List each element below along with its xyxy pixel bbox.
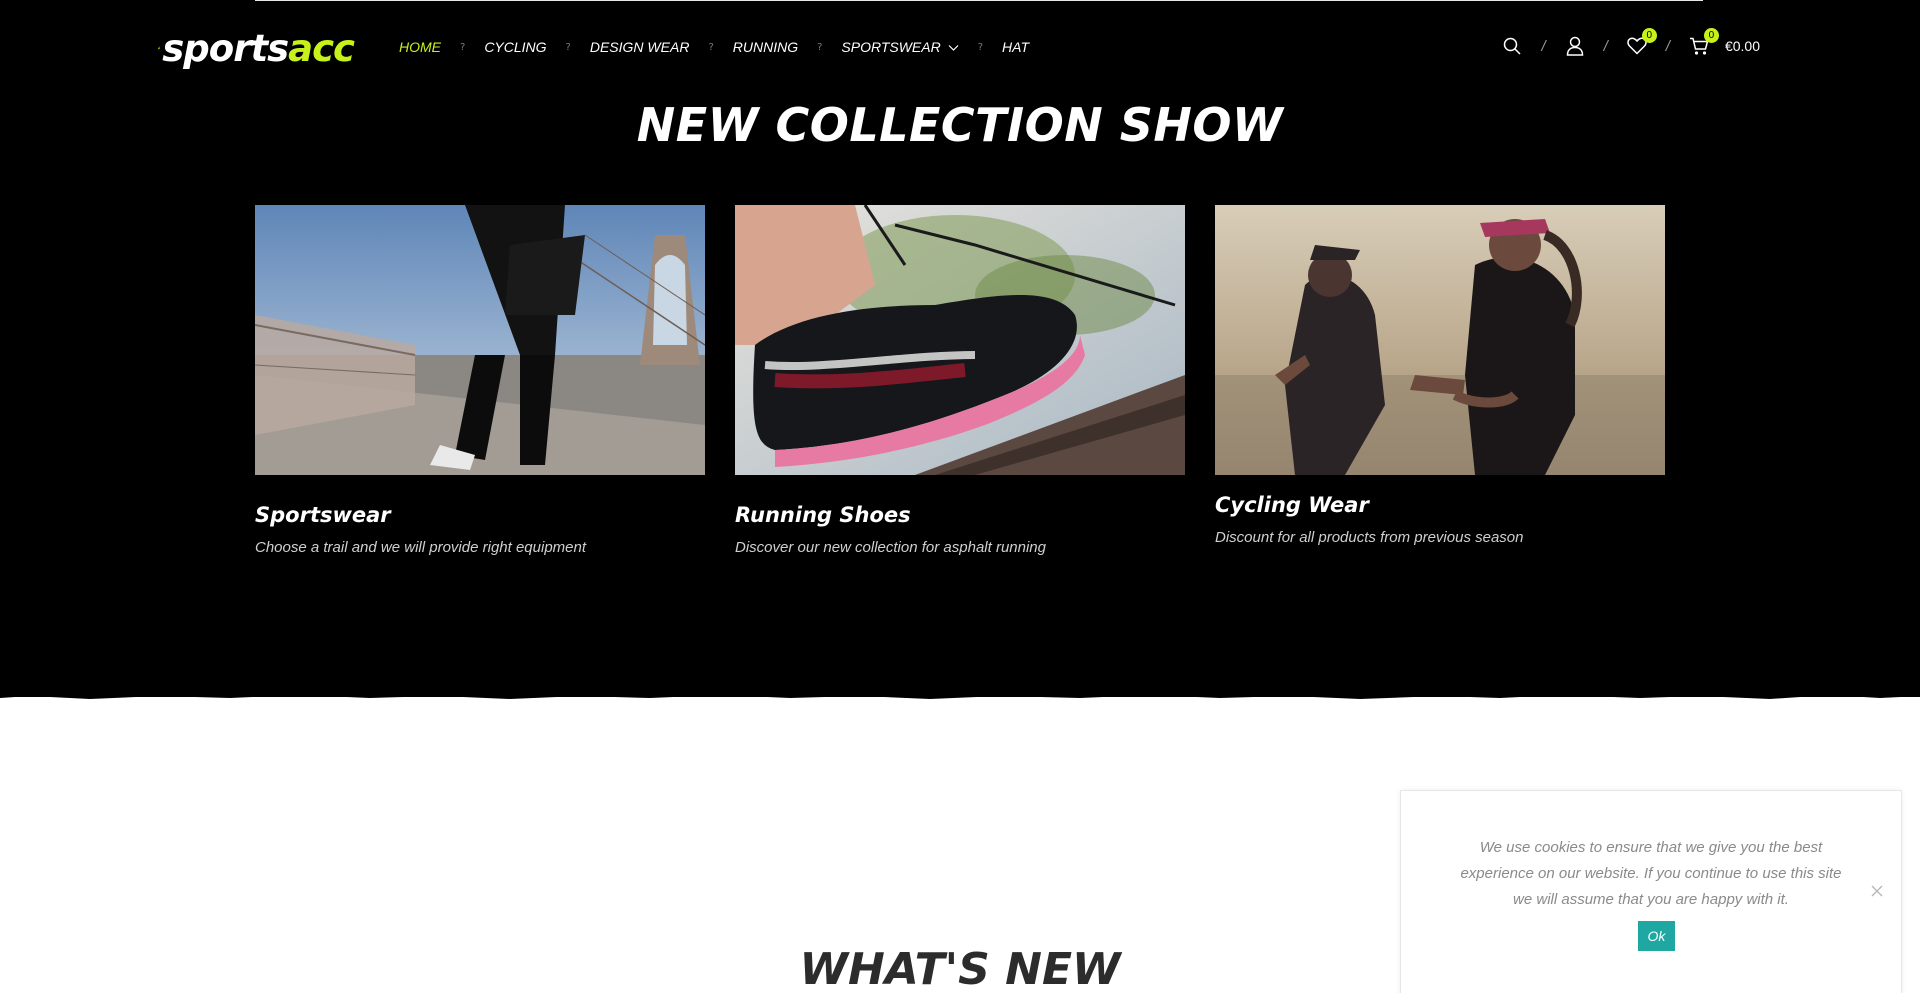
card-title[interactable]: Running Shoes (735, 503, 1185, 527)
account-button[interactable] (1563, 34, 1587, 58)
chevron-down-icon (948, 44, 959, 51)
nav-item-design-wear[interactable]: DESIGN WEAR (590, 39, 690, 55)
sportswear-image[interactable] (255, 205, 705, 475)
wishlist-button[interactable]: 0 (1625, 28, 1657, 58)
torn-edge-divider (0, 690, 1920, 699)
user-icon (1566, 36, 1583, 56)
nav-separator: ? (708, 41, 714, 53)
header-divider: / (1665, 37, 1670, 55)
running-shoes-image[interactable] (735, 205, 1185, 475)
cookie-ok-button[interactable]: Ok (1638, 921, 1675, 951)
nav-item-sportswear[interactable]: SPORTSWEAR (841, 39, 959, 55)
nav-separator: ? (977, 41, 984, 53)
nav-separator: ? (565, 41, 571, 53)
close-icon[interactable] (1869, 883, 1885, 899)
logo-text-part2: acc (288, 26, 355, 70)
card-description: Choose a trail and we will provide right… (255, 539, 587, 556)
card-description: Discover our new collection for asphalt … (735, 539, 1046, 556)
cart-button[interactable]: 0 (1687, 28, 1719, 58)
search-icon (1504, 37, 1521, 55)
site-logo[interactable]: sportsacc (158, 25, 355, 71)
logo-text-part1: sports (162, 26, 289, 70)
search-button[interactable] (1500, 34, 1524, 58)
cycling-wear-image[interactable] (1215, 205, 1665, 475)
collection-card-sportswear[interactable]: Sportswear Choose a trail and we will pr… (255, 205, 705, 556)
nav-separator: ? (817, 41, 823, 53)
collection-section-title: NEW COLLECTION SHOW (636, 98, 1284, 152)
cookie-notice: We use cookies to ensure that we give yo… (1400, 790, 1902, 993)
header-actions: / / 0 / 0 €0.00 (1500, 28, 1760, 59)
cart-total[interactable]: €0.00 (1725, 38, 1760, 54)
cookie-notice-text: We use cookies to ensure that we give yo… (1460, 839, 1842, 908)
card-title[interactable]: Sportswear (255, 503, 705, 527)
collection-card-cycling-wear[interactable]: Cycling Wear Discount for all products f… (1215, 205, 1665, 546)
card-description: Discount for all products from previous … (1215, 529, 1524, 546)
main-navigation: HOME ? CYCLING ? DESIGN WEAR ? RUNNING ?… (399, 36, 1029, 58)
nav-item-home[interactable]: HOME (399, 39, 441, 55)
cart-count-badge: 0 (1703, 28, 1719, 43)
nav-item-running[interactable]: RUNNING (733, 39, 798, 55)
card-title[interactable]: Cycling Wear (1215, 493, 1665, 517)
header-divider: / (1603, 37, 1608, 55)
wishlist-count-badge: 0 (1641, 28, 1657, 43)
nav-item-sportswear-label: SPORTSWEAR (841, 39, 941, 55)
sportsacc-logo-icon (158, 46, 161, 50)
nav-separator: ? (460, 41, 466, 53)
nav-item-cycling[interactable]: CYCLING (484, 39, 546, 55)
header-divider: / (1541, 37, 1546, 55)
nav-item-hat[interactable]: HAT (1002, 39, 1029, 55)
collection-card-running-shoes[interactable]: Running Shoes Discover our new collectio… (735, 205, 1185, 556)
site-header: sportsacc HOME ? CYCLING ? DESIGN WEAR ?… (0, 0, 1920, 92)
